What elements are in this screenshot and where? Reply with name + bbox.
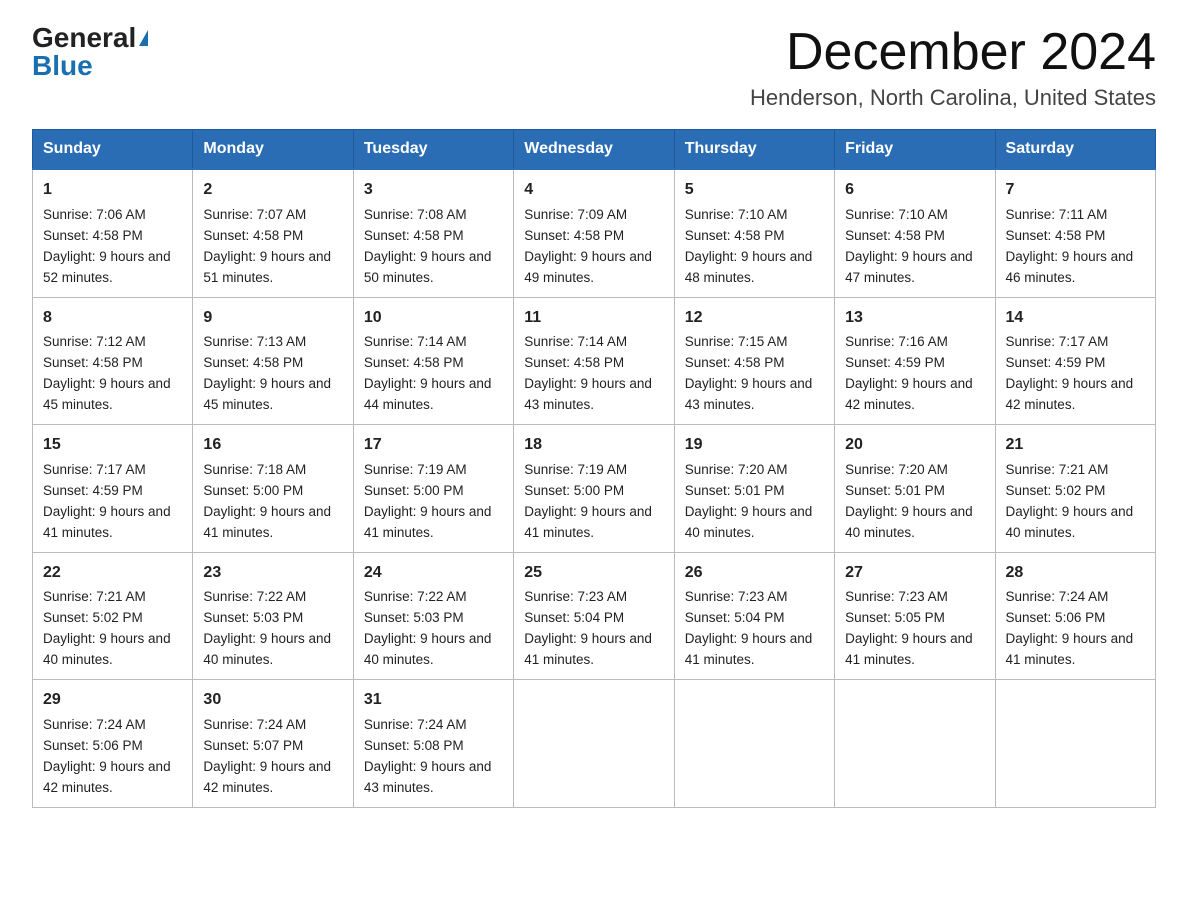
day-number: 2 xyxy=(203,178,342,203)
day-number: 13 xyxy=(845,306,984,331)
day-number: 18 xyxy=(524,433,663,458)
day-number: 28 xyxy=(1006,561,1145,586)
calendar-week-row-5: 29Sunrise: 7:24 AMSunset: 5:06 PMDayligh… xyxy=(33,680,1156,807)
day-number: 31 xyxy=(364,688,503,713)
day-number: 7 xyxy=(1006,178,1145,203)
logo: General Blue xyxy=(32,24,148,80)
page-header: General Blue December 2024 Henderson, No… xyxy=(32,24,1156,111)
calendar-cell: 16Sunrise: 7:18 AMSunset: 5:00 PMDayligh… xyxy=(193,425,353,552)
calendar-cell: 12Sunrise: 7:15 AMSunset: 4:58 PMDayligh… xyxy=(674,297,834,424)
calendar-cell: 7Sunrise: 7:11 AMSunset: 4:58 PMDaylight… xyxy=(995,169,1155,297)
calendar-cell xyxy=(835,680,995,807)
day-number: 16 xyxy=(203,433,342,458)
weekday-header-thursday: Thursday xyxy=(674,130,834,170)
calendar-week-row-3: 15Sunrise: 7:17 AMSunset: 4:59 PMDayligh… xyxy=(33,425,1156,552)
day-number: 19 xyxy=(685,433,824,458)
day-number: 30 xyxy=(203,688,342,713)
day-number: 8 xyxy=(43,306,182,331)
calendar-cell: 25Sunrise: 7:23 AMSunset: 5:04 PMDayligh… xyxy=(514,552,674,679)
calendar-cell xyxy=(995,680,1155,807)
day-number: 12 xyxy=(685,306,824,331)
calendar-cell: 4Sunrise: 7:09 AMSunset: 4:58 PMDaylight… xyxy=(514,169,674,297)
calendar-cell: 22Sunrise: 7:21 AMSunset: 5:02 PMDayligh… xyxy=(33,552,193,679)
location-title: Henderson, North Carolina, United States xyxy=(750,85,1156,111)
calendar-week-row-1: 1Sunrise: 7:06 AMSunset: 4:58 PMDaylight… xyxy=(33,169,1156,297)
day-number: 17 xyxy=(364,433,503,458)
title-block: December 2024 Henderson, North Carolina,… xyxy=(750,24,1156,111)
logo-triangle-icon xyxy=(139,30,148,46)
day-number: 23 xyxy=(203,561,342,586)
calendar-cell: 28Sunrise: 7:24 AMSunset: 5:06 PMDayligh… xyxy=(995,552,1155,679)
calendar-week-row-2: 8Sunrise: 7:12 AMSunset: 4:58 PMDaylight… xyxy=(33,297,1156,424)
calendar-cell: 13Sunrise: 7:16 AMSunset: 4:59 PMDayligh… xyxy=(835,297,995,424)
weekday-header-monday: Monday xyxy=(193,130,353,170)
day-number: 6 xyxy=(845,178,984,203)
month-title: December 2024 xyxy=(750,24,1156,81)
day-number: 20 xyxy=(845,433,984,458)
day-number: 5 xyxy=(685,178,824,203)
day-number: 14 xyxy=(1006,306,1145,331)
calendar-cell: 30Sunrise: 7:24 AMSunset: 5:07 PMDayligh… xyxy=(193,680,353,807)
day-number: 24 xyxy=(364,561,503,586)
day-number: 4 xyxy=(524,178,663,203)
calendar-cell: 24Sunrise: 7:22 AMSunset: 5:03 PMDayligh… xyxy=(353,552,513,679)
day-number: 15 xyxy=(43,433,182,458)
weekday-header-friday: Friday xyxy=(835,130,995,170)
day-number: 9 xyxy=(203,306,342,331)
day-number: 26 xyxy=(685,561,824,586)
day-number: 25 xyxy=(524,561,663,586)
calendar-cell: 11Sunrise: 7:14 AMSunset: 4:58 PMDayligh… xyxy=(514,297,674,424)
calendar-week-row-4: 22Sunrise: 7:21 AMSunset: 5:02 PMDayligh… xyxy=(33,552,1156,679)
weekday-header-tuesday: Tuesday xyxy=(353,130,513,170)
calendar-cell: 6Sunrise: 7:10 AMSunset: 4:58 PMDaylight… xyxy=(835,169,995,297)
calendar-cell: 8Sunrise: 7:12 AMSunset: 4:58 PMDaylight… xyxy=(33,297,193,424)
calendar-cell: 1Sunrise: 7:06 AMSunset: 4:58 PMDaylight… xyxy=(33,169,193,297)
day-number: 3 xyxy=(364,178,503,203)
calendar-cell: 2Sunrise: 7:07 AMSunset: 4:58 PMDaylight… xyxy=(193,169,353,297)
day-number: 29 xyxy=(43,688,182,713)
calendar-cell xyxy=(674,680,834,807)
calendar-cell: 15Sunrise: 7:17 AMSunset: 4:59 PMDayligh… xyxy=(33,425,193,552)
calendar-cell: 31Sunrise: 7:24 AMSunset: 5:08 PMDayligh… xyxy=(353,680,513,807)
weekday-header-row: SundayMondayTuesdayWednesdayThursdayFrid… xyxy=(33,130,1156,170)
day-number: 22 xyxy=(43,561,182,586)
calendar-cell: 21Sunrise: 7:21 AMSunset: 5:02 PMDayligh… xyxy=(995,425,1155,552)
calendar-cell: 3Sunrise: 7:08 AMSunset: 4:58 PMDaylight… xyxy=(353,169,513,297)
calendar-cell: 26Sunrise: 7:23 AMSunset: 5:04 PMDayligh… xyxy=(674,552,834,679)
calendar-cell: 27Sunrise: 7:23 AMSunset: 5:05 PMDayligh… xyxy=(835,552,995,679)
calendar-table: SundayMondayTuesdayWednesdayThursdayFrid… xyxy=(32,129,1156,807)
day-number: 21 xyxy=(1006,433,1145,458)
calendar-cell: 29Sunrise: 7:24 AMSunset: 5:06 PMDayligh… xyxy=(33,680,193,807)
calendar-cell: 14Sunrise: 7:17 AMSunset: 4:59 PMDayligh… xyxy=(995,297,1155,424)
calendar-cell: 10Sunrise: 7:14 AMSunset: 4:58 PMDayligh… xyxy=(353,297,513,424)
calendar-cell: 20Sunrise: 7:20 AMSunset: 5:01 PMDayligh… xyxy=(835,425,995,552)
calendar-cell: 18Sunrise: 7:19 AMSunset: 5:00 PMDayligh… xyxy=(514,425,674,552)
weekday-header-saturday: Saturday xyxy=(995,130,1155,170)
logo-blue-text: Blue xyxy=(32,52,93,80)
calendar-cell: 19Sunrise: 7:20 AMSunset: 5:01 PMDayligh… xyxy=(674,425,834,552)
weekday-header-wednesday: Wednesday xyxy=(514,130,674,170)
calendar-cell: 17Sunrise: 7:19 AMSunset: 5:00 PMDayligh… xyxy=(353,425,513,552)
day-number: 10 xyxy=(364,306,503,331)
calendar-cell: 9Sunrise: 7:13 AMSunset: 4:58 PMDaylight… xyxy=(193,297,353,424)
logo-general-text: General xyxy=(32,24,136,52)
day-number: 1 xyxy=(43,178,182,203)
calendar-cell: 23Sunrise: 7:22 AMSunset: 5:03 PMDayligh… xyxy=(193,552,353,679)
day-number: 27 xyxy=(845,561,984,586)
weekday-header-sunday: Sunday xyxy=(33,130,193,170)
day-number: 11 xyxy=(524,306,663,331)
calendar-cell: 5Sunrise: 7:10 AMSunset: 4:58 PMDaylight… xyxy=(674,169,834,297)
calendar-cell xyxy=(514,680,674,807)
